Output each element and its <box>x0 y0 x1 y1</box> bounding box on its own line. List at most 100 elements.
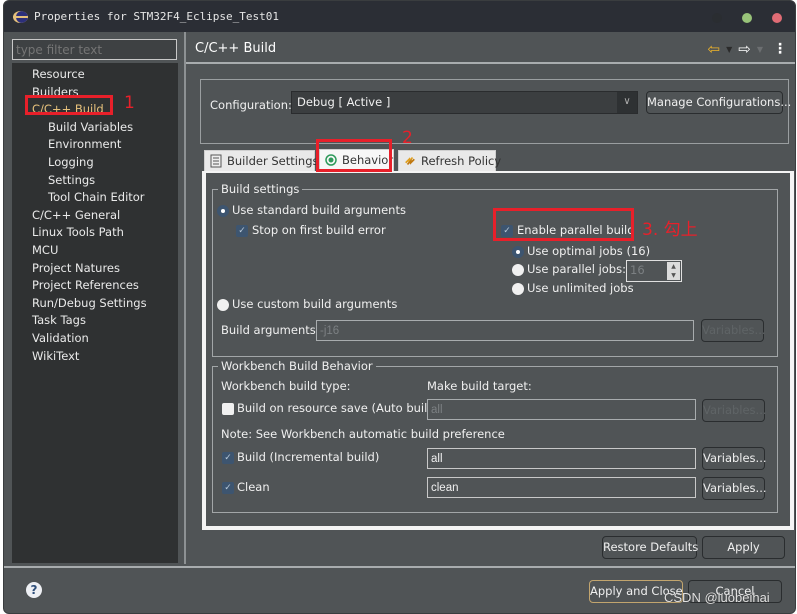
tree-item-settings[interactable]: Settings <box>12 172 178 190</box>
parallel-jobs-label[interactable]: Use parallel jobs: <box>527 262 626 276</box>
properties-dialog: Properties for STM32F4_Eclipse_Test01 Re… <box>3 0 796 614</box>
annotation-step-2: 2 <box>402 128 413 148</box>
stop-on-error-label[interactable]: Stop on first build error <box>252 223 386 237</box>
tree-item-label: Linux Tools Path <box>32 225 124 240</box>
tree-item-environment[interactable]: Environment <box>12 136 178 154</box>
incremental-build-target-input[interactable] <box>427 448 696 469</box>
tree-item-mcu[interactable]: MCU <box>12 242 178 260</box>
workbench-build-group: Workbench Build Behavior Workbench build… <box>212 359 778 513</box>
document-icon <box>210 154 222 168</box>
window-title: Properties for STM32F4_Eclipse_Test01 <box>34 10 280 23</box>
back-dropdown-icon[interactable]: ▼ <box>726 45 732 54</box>
use-custom-label[interactable]: Use custom build arguments <box>232 297 397 311</box>
unlimited-jobs-label[interactable]: Use unlimited jobs <box>527 281 634 295</box>
manage-configurations-button[interactable]: Manage Configurations... <box>646 91 791 114</box>
tree-item-label: Tool Chain Editor <box>48 190 145 205</box>
watermark: CSDN @luobeihai <box>664 590 770 605</box>
tree-item-logging[interactable]: Logging <box>12 154 178 172</box>
tree-item-label: Logging <box>48 154 94 169</box>
tree-item-label: Run/Debug Settings <box>32 295 147 310</box>
help-icon[interactable]: ? <box>26 582 42 598</box>
chevron-down-icon[interactable]: ∨ <box>617 92 637 113</box>
close-button[interactable] <box>772 13 782 23</box>
auto-build-variables-button[interactable]: Variables... <box>702 399 767 422</box>
use-custom-radio[interactable] <box>217 299 229 311</box>
tree-item-label: Build Variables <box>48 119 134 134</box>
maximize-button[interactable] <box>742 13 752 23</box>
tree-item-tool-chain-editor[interactable]: Tool Chain Editor <box>12 189 178 207</box>
refresh-arrows-icon <box>405 156 415 166</box>
clean-label[interactable]: Clean <box>237 480 270 494</box>
tree-item-label: Environment <box>48 137 122 152</box>
page-title: C/C++ Build <box>195 41 277 56</box>
tree-item-wikitext[interactable]: WikiText <box>12 348 178 366</box>
clean-checkbox[interactable]: ✓ <box>222 482 234 494</box>
title-bar: Properties for STM32F4_Eclipse_Test01 <box>4 1 795 32</box>
footer-divider <box>4 566 795 568</box>
restore-defaults-button[interactable]: Restore Defaults <box>602 536 698 559</box>
property-page-tree: Resource Builders C/C++ Build Build Variabl… <box>12 63 178 563</box>
incremental-variables-button[interactable]: Variables... <box>702 447 767 470</box>
tree-item-linux-tools-path[interactable]: Linux Tools Path <box>12 224 178 242</box>
incremental-build-label[interactable]: Build (Incremental build) <box>237 450 379 464</box>
tab-builder-settings[interactable]: Builder Settings <box>204 150 319 172</box>
tab-label: Refresh Policy <box>421 154 502 168</box>
auto-build-target-input[interactable] <box>427 399 696 420</box>
configuration-value: Debug [ Active ] <box>297 95 391 109</box>
tree-item-build-variables[interactable]: Build Variables <box>12 119 178 137</box>
tree-item-label: Task Tags <box>32 313 86 328</box>
workbench-note: Note: See Workbench automatic build pref… <box>221 427 505 441</box>
tree-item-task-tags[interactable]: Task Tags <box>12 312 178 330</box>
apply-button[interactable]: Apply <box>702 536 785 559</box>
configuration-select[interactable]: Debug [ Active ] ∨ <box>291 91 638 114</box>
tab-label: Builder Settings <box>227 154 319 168</box>
tree-item-label: Project Natures <box>32 260 120 275</box>
stop-on-error-checkbox[interactable]: ✓ <box>236 225 248 237</box>
annotation-step-3: 3. 勾上 <box>642 220 698 240</box>
make-target-label: Make build target: <box>427 379 532 393</box>
tree-item-resource[interactable]: Resource <box>12 66 178 84</box>
tab-strip: Builder Settings Behavior Refresh Policy <box>204 149 794 173</box>
tree-item-label: Settings <box>48 172 96 187</box>
workbench-legend: Workbench Build Behavior <box>218 359 376 373</box>
clean-variables-button[interactable]: Variables... <box>702 477 767 500</box>
optimal-jobs-label[interactable]: Use optimal jobs (16) <box>527 244 650 258</box>
parallel-jobs-radio[interactable] <box>512 264 524 276</box>
pane-splitter[interactable] <box>184 32 186 564</box>
build-arguments-input[interactable] <box>316 320 694 341</box>
tree-item-validation[interactable]: Validation <box>12 330 178 348</box>
build-type-label: Workbench build type: <box>221 379 351 393</box>
tree-item-label: WikiText <box>32 348 80 363</box>
back-arrow-icon[interactable]: ⇦ <box>708 40 721 58</box>
tree-item-label: Validation <box>32 330 89 345</box>
build-arguments-label: Build arguments: <box>221 323 320 337</box>
build-settings-legend: Build settings <box>218 182 303 196</box>
eclipse-logo-icon <box>13 11 28 23</box>
tree-item-label: Project References <box>32 278 139 293</box>
auto-build-checkbox[interactable] <box>222 403 234 415</box>
tab-refresh-policy[interactable]: Refresh Policy <box>398 150 501 172</box>
page-header: C/C++ Build ⇦ ▼ ⇨ ▼ ⋮ <box>186 32 795 64</box>
more-vertical-icon[interactable]: ⋮ <box>773 41 787 57</box>
tree-item-project-natures[interactable]: Project Natures <box>12 260 178 278</box>
minimize-button[interactable] <box>712 13 722 23</box>
incremental-build-checkbox[interactable]: ✓ <box>222 452 234 464</box>
forward-dropdown-icon[interactable]: ▼ <box>757 45 763 54</box>
filter-input[interactable] <box>12 39 177 60</box>
auto-build-label[interactable]: Build on resource save (Auto build) <box>237 401 439 415</box>
configuration-group: Configuration: Debug [ Active ] ∨ Manage… <box>200 79 791 144</box>
tree-item-label: C/C++ General <box>32 207 121 222</box>
optimal-jobs-radio[interactable] <box>512 246 524 258</box>
tree-item-c-c-general[interactable]: C/C++ General <box>12 207 178 225</box>
unlimited-jobs-radio[interactable] <box>512 283 524 295</box>
parallel-jobs-spinner[interactable]: 16 ▲ ▼ <box>626 260 682 282</box>
annotation-box-3 <box>493 208 634 241</box>
use-standard-radio[interactable] <box>217 205 229 217</box>
tree-item-run-debug-settings[interactable]: Run/Debug Settings <box>12 295 178 313</box>
build-arguments-variables-button[interactable]: Variables... <box>701 319 766 342</box>
tree-item-project-references[interactable]: Project References <box>12 277 178 295</box>
use-standard-label[interactable]: Use standard build arguments <box>232 203 406 217</box>
spinner-arrows-icon[interactable]: ▲ ▼ <box>667 262 680 280</box>
forward-arrow-icon[interactable]: ⇨ <box>738 40 751 58</box>
clean-target-input[interactable] <box>427 477 696 498</box>
